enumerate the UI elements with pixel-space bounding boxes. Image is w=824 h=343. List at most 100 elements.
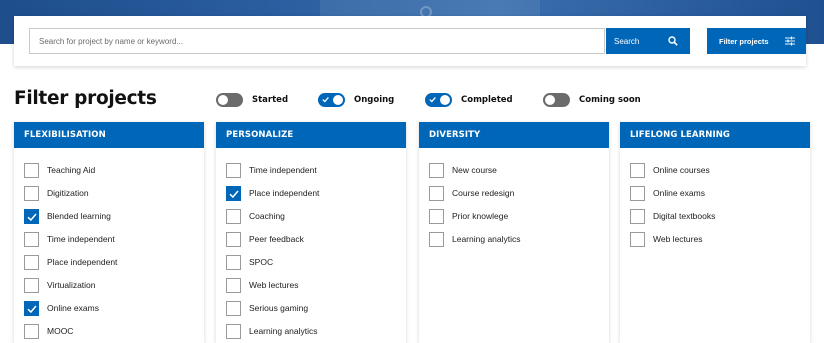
filter-option[interactable]: Web lectures <box>226 277 298 293</box>
filter-option-label: Online exams <box>47 303 99 313</box>
sliders-icon <box>785 36 795 46</box>
filter-option[interactable]: Virtualization <box>24 277 96 293</box>
filter-option[interactable]: MOOC <box>24 323 73 339</box>
search-icon <box>668 36 678 46</box>
toggle-switch[interactable] <box>543 93 570 107</box>
filter-option[interactable]: Time independent <box>226 162 317 178</box>
filter-option[interactable]: Learning analytics <box>226 323 318 339</box>
filter-column-diversity: DIVERSITY New course Course redesign Prior … <box>419 122 609 343</box>
filter-option[interactable]: Place independent <box>24 254 117 270</box>
toggle-switch[interactable] <box>425 93 452 107</box>
checkbox[interactable] <box>630 208 645 224</box>
search-panel: Search Filter projects <box>14 16 806 66</box>
filter-option-label: MOOC <box>47 326 74 336</box>
checkbox[interactable] <box>429 162 444 178</box>
checkbox[interactable] <box>226 254 241 270</box>
filter-option-label: Digital textbooks <box>653 211 716 221</box>
checkbox[interactable] <box>429 231 444 247</box>
checkbox[interactable] <box>226 208 241 224</box>
filter-option-label: Serious gaming <box>249 303 309 313</box>
filter-projects-button-label: Filter projects <box>719 36 769 46</box>
filter-option-label: Virtualization <box>47 280 96 290</box>
filter-option[interactable]: Time independent <box>24 231 115 247</box>
filter-option-label: Learning analytics <box>452 234 521 244</box>
column-header: DIVERSITY <box>419 122 609 148</box>
filter-option[interactable]: Online courses <box>630 162 710 178</box>
filter-option[interactable]: Serious gaming <box>226 300 308 316</box>
toggle-coming-soon[interactable]: Coming soon <box>543 92 641 108</box>
checkbox[interactable] <box>24 323 39 339</box>
search-input[interactable] <box>29 28 605 54</box>
filter-option[interactable]: Online exams <box>630 185 705 201</box>
checkbox[interactable] <box>226 231 241 247</box>
filter-option[interactable]: Peer feedback <box>226 231 304 247</box>
filter-column-flexibilisation: FLEXIBILISATION Teaching Aid Digitization B… <box>14 122 204 343</box>
column-header: LIFELONG LEARNING <box>620 122 810 148</box>
toggle-label: Started <box>252 95 289 105</box>
filter-option-label: Course redesign <box>452 188 515 198</box>
checkbox[interactable] <box>226 277 241 293</box>
filter-option[interactable]: New course <box>429 162 497 178</box>
filter-option-label: New course <box>452 165 497 175</box>
filter-option[interactable]: Learning analytics <box>429 231 521 247</box>
filter-option[interactable]: Course redesign <box>429 185 514 201</box>
checkbox[interactable] <box>24 300 39 316</box>
toggle-knob <box>545 95 555 105</box>
checkbox[interactable] <box>630 162 645 178</box>
filter-option[interactable]: Teaching Aid <box>24 162 95 178</box>
search-button[interactable]: Search <box>606 28 690 54</box>
search-button-label: Search <box>614 36 640 46</box>
filter-projects-button[interactable]: Filter projects <box>707 28 806 54</box>
filter-option-label: Time independent <box>249 165 317 175</box>
toggle-knob <box>440 95 450 105</box>
checkbox[interactable] <box>429 185 444 201</box>
filter-projects-heading: Filter projects <box>14 88 157 109</box>
filter-option-label: Learning analytics <box>249 326 318 336</box>
checkbox[interactable] <box>24 277 39 293</box>
column-header: PERSONALIZE <box>216 122 406 148</box>
checkbox[interactable] <box>24 231 39 247</box>
filter-option-label: Digitization <box>47 188 89 198</box>
toggle-knob <box>333 95 343 105</box>
toggle-completed[interactable]: Completed <box>425 92 513 108</box>
filter-option-label: Peer feedback <box>249 234 304 244</box>
toggle-started[interactable]: Started <box>216 92 288 108</box>
filter-option[interactable]: Web lectures <box>630 231 702 247</box>
filter-column-personalize: PERSONALIZE Time independent Place indepen… <box>216 122 406 343</box>
filter-option-label: Place independent <box>249 188 320 198</box>
checkbox[interactable] <box>24 208 39 224</box>
filter-option-label: Web lectures <box>653 234 703 244</box>
checkbox[interactable] <box>429 208 444 224</box>
checkmark-icon <box>27 305 37 313</box>
checkbox[interactable] <box>630 185 645 201</box>
toggle-label: Completed <box>461 95 513 105</box>
filter-option-label: Online exams <box>653 188 705 198</box>
checkmark-icon <box>229 190 239 198</box>
filter-column-lifelong-learning: LIFELONG LEARNING Online courses Online ex… <box>620 122 810 343</box>
filter-option[interactable]: Prior knowlege <box>429 208 508 224</box>
checkbox[interactable] <box>226 185 241 201</box>
filter-option[interactable]: Digitization <box>24 185 89 201</box>
checkbox[interactable] <box>24 162 39 178</box>
filter-option-label: SPOC <box>249 257 274 267</box>
checkbox[interactable] <box>226 162 241 178</box>
checkbox[interactable] <box>226 300 241 316</box>
toggle-knob <box>218 95 228 105</box>
filter-option[interactable]: Online exams <box>24 300 99 316</box>
toggle-ongoing[interactable]: Ongoing <box>318 92 394 108</box>
filter-option-label: Online courses <box>653 165 710 175</box>
filter-option[interactable]: Place independent <box>226 185 319 201</box>
filter-option[interactable]: SPOC <box>226 254 273 270</box>
check-icon <box>429 96 436 103</box>
checkbox[interactable] <box>24 185 39 201</box>
toggle-switch[interactable] <box>318 93 345 107</box>
filter-option[interactable]: Blended learning <box>24 208 111 224</box>
filter-option[interactable]: Digital textbooks <box>630 208 715 224</box>
checkbox[interactable] <box>630 231 645 247</box>
checkbox[interactable] <box>226 323 241 339</box>
filter-option[interactable]: Coaching <box>226 208 285 224</box>
filter-option-label: Coaching <box>249 211 285 221</box>
toggle-switch[interactable] <box>216 93 243 107</box>
filter-option-label: Teaching Aid <box>47 165 96 175</box>
checkbox[interactable] <box>24 254 39 270</box>
